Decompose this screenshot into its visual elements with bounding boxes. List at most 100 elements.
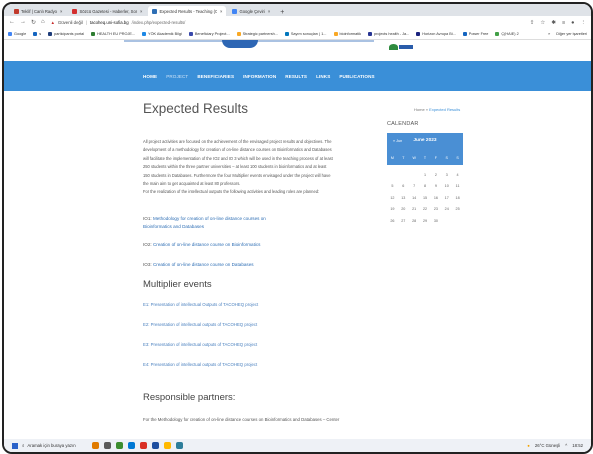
bookmark-item[interactable]: Beneficiary Project... bbox=[188, 32, 230, 36]
calendar-day[interactable]: 3 bbox=[441, 173, 452, 177]
url-field[interactable]: ▲ Güvenli değil | tacoheq.uni-sofia.bg/i… bbox=[51, 20, 186, 25]
university-logo[interactable] bbox=[222, 40, 258, 48]
calendar-day[interactable]: 4 bbox=[452, 173, 463, 177]
bookmark-item[interactable]: Strategic partnersh... bbox=[236, 32, 278, 36]
nav-item-publications[interactable]: PUBLICATIONS bbox=[339, 74, 374, 79]
bookmark-item[interactable]: bioinformatik bbox=[333, 32, 361, 36]
browser-tab[interactable]: Sözcü Gazetesi - Haberler, Son × bbox=[68, 6, 146, 16]
calendar-day[interactable]: 19 bbox=[387, 207, 398, 211]
calendar-day[interactable]: 22 bbox=[420, 207, 431, 211]
tab-label: Google Çeviri bbox=[239, 8, 265, 14]
bookmark-item[interactable]: Power Free bbox=[462, 32, 488, 36]
bookmark-item[interactable]: Google bbox=[8, 32, 26, 36]
tab-close-icon[interactable]: × bbox=[217, 9, 222, 14]
nav-item-links[interactable]: LINKS bbox=[316, 74, 330, 79]
bookmark-item[interactable]: projects health - Ja... bbox=[368, 32, 409, 36]
calendar-day[interactable]: 27 bbox=[398, 219, 409, 223]
calendar-day[interactable]: 23 bbox=[430, 207, 441, 211]
taskbar-search[interactable]: ⌕ Aramak için buraya yazın bbox=[22, 443, 84, 448]
breadcrumb-home[interactable]: Home bbox=[414, 107, 425, 112]
calendar-day[interactable]: 15 bbox=[420, 196, 431, 200]
nav-item-project[interactable]: PROJECT bbox=[166, 74, 188, 79]
multiplier-link[interactable]: E3: Presentation of intellectual outputs… bbox=[143, 342, 257, 347]
calendar-day[interactable]: 8 bbox=[420, 184, 431, 188]
bookmark-label: s bbox=[39, 32, 42, 36]
calendar-day[interactable]: 28 bbox=[409, 219, 420, 223]
calendar-day[interactable]: 24 bbox=[441, 207, 452, 211]
share-icon[interactable]: ⇪ bbox=[530, 20, 535, 26]
taskbar-app-icon[interactable] bbox=[140, 442, 147, 449]
browser-tab[interactable]: Teklif | Canlı Radyo × bbox=[10, 6, 66, 16]
taskbar-app-icon[interactable] bbox=[128, 442, 135, 449]
taskbar-app-icon[interactable] bbox=[176, 442, 183, 449]
taskbar-app-icon[interactable] bbox=[92, 442, 99, 449]
calendar-day[interactable]: 5 bbox=[387, 184, 398, 188]
clock[interactable]: 18:52 bbox=[572, 443, 583, 448]
nav-item-results[interactable]: RESULTS bbox=[285, 74, 307, 79]
extensions-icon[interactable]: ✱ bbox=[551, 20, 556, 26]
calendar-week: 1234 bbox=[387, 169, 463, 181]
more-bookmarks-icon[interactable]: » bbox=[548, 32, 550, 36]
other-bookmarks[interactable]: Diğer yer işaretleri bbox=[556, 32, 587, 36]
taskbar-app-icon[interactable] bbox=[152, 442, 159, 449]
calendar-day[interactable]: 30 bbox=[430, 219, 441, 223]
nav-item-home[interactable]: HOME bbox=[143, 74, 157, 79]
nav-item-beneficiaries[interactable]: BENEFICIARIES bbox=[197, 74, 234, 79]
calendar-day[interactable]: 1 bbox=[420, 173, 431, 177]
multiplier-link[interactable]: E1: Presentation of intellectual Outputs… bbox=[143, 302, 258, 307]
bookmark-item[interactable]: Ç(HAIE) 2 bbox=[495, 32, 519, 36]
multiplier-link[interactable]: E4: Presentation of intellectual outputs… bbox=[143, 362, 257, 367]
windows-start-icon[interactable] bbox=[12, 442, 18, 449]
reload-icon[interactable]: ↻ bbox=[31, 19, 36, 26]
profile-icon[interactable]: ● bbox=[571, 20, 574, 26]
taskbar-app-icon[interactable] bbox=[116, 442, 123, 449]
tab-close-icon[interactable]: × bbox=[57, 9, 62, 14]
bookmark-item[interactable]: Sayım sonuçları | 1... bbox=[284, 32, 327, 36]
multiplier-link[interactable]: E2: Presentation of intellectual outputs… bbox=[143, 322, 257, 327]
calendar-day[interactable]: 20 bbox=[398, 207, 409, 211]
io2-link[interactable]: Creation of on-line distance course on B… bbox=[153, 242, 261, 247]
home-icon[interactable]: ⌂ bbox=[41, 19, 45, 26]
weather-icon: ● bbox=[527, 443, 530, 448]
calendar-day[interactable]: 11 bbox=[452, 184, 463, 188]
tab-close-icon[interactable]: × bbox=[137, 9, 142, 14]
bookmark-item[interactable]: s bbox=[33, 32, 41, 36]
calendar-day[interactable]: 10 bbox=[441, 184, 452, 188]
io3-link[interactable]: Creation of on-line distance course on D… bbox=[153, 262, 254, 267]
calendar-day[interactable]: 17 bbox=[441, 196, 452, 200]
calendar-day[interactable]: 25 bbox=[452, 207, 463, 211]
partner-logo[interactable] bbox=[389, 44, 414, 51]
calendar-day[interactable]: 29 bbox=[420, 219, 431, 223]
calendar-day[interactable]: 9 bbox=[430, 184, 441, 188]
bookmark-item[interactable]: YÖK Akademik Bilgi bbox=[142, 32, 182, 36]
browser-tab[interactable]: Google Çeviri × bbox=[228, 6, 274, 16]
calendar-day[interactable]: 7 bbox=[409, 184, 420, 188]
back-icon[interactable]: ← bbox=[9, 19, 15, 26]
bookmark-star-icon[interactable]: ☆ bbox=[540, 20, 545, 26]
bookmark-item[interactable]: Horizon Avrupa Bi... bbox=[416, 32, 456, 36]
new-tab-button[interactable]: + bbox=[276, 9, 288, 16]
io1-link[interactable]: Methodology for creation of on-line dist… bbox=[143, 216, 266, 229]
reading-list-icon[interactable]: ≡ bbox=[562, 20, 565, 26]
taskbar-app-icon[interactable] bbox=[164, 442, 171, 449]
taskbar-app-icon[interactable] bbox=[104, 442, 111, 449]
calendar-day[interactable]: 21 bbox=[409, 207, 420, 211]
tray-chevron-icon[interactable]: ^ bbox=[565, 443, 567, 448]
calendar-day[interactable]: 13 bbox=[398, 196, 409, 200]
menu-icon[interactable]: ⋮ bbox=[581, 20, 587, 26]
bookmark-item[interactable]: HEALTH EU PROJE... bbox=[91, 32, 135, 36]
nav-item-information[interactable]: INFORMATION bbox=[243, 74, 276, 79]
weather-text[interactable]: 26°C Güneşli bbox=[535, 443, 560, 448]
calendar-day[interactable]: 14 bbox=[409, 196, 420, 200]
tab-close-icon[interactable]: × bbox=[265, 9, 270, 14]
forward-icon[interactable]: → bbox=[20, 19, 26, 26]
calendar-day[interactable]: 18 bbox=[452, 196, 463, 200]
calendar-day[interactable]: 16 bbox=[430, 196, 441, 200]
calendar-day[interactable]: 12 bbox=[387, 196, 398, 200]
browser-tab[interactable]: Expected Results - Teaching (O) × bbox=[148, 6, 227, 16]
calendar-day[interactable]: 6 bbox=[398, 184, 409, 188]
bookmark-item[interactable]: participants portal bbox=[48, 32, 84, 36]
calendar-day[interactable]: 2 bbox=[430, 173, 441, 177]
calendar-day[interactable]: 26 bbox=[387, 219, 398, 223]
calendar-weekday: M bbox=[390, 156, 394, 160]
